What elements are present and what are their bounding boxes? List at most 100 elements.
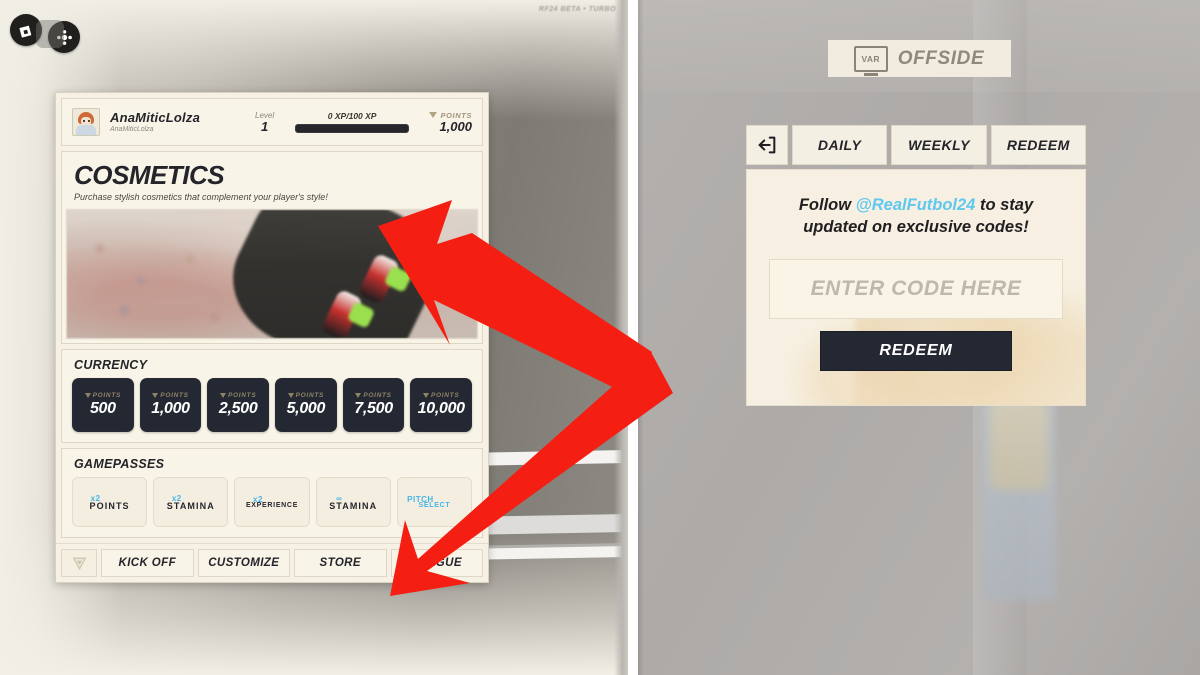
points-value: 1,000 <box>439 118 472 134</box>
var-monitor-icon: VAR <box>853 45 888 72</box>
gamepass-multiplier: x2 <box>171 493 182 503</box>
xp-block: 0 XP/100 XP <box>289 111 415 133</box>
var-offside-text: OFFSIDE <box>897 47 985 69</box>
profile-names: AnaMiticLolza AnaMiticLolza <box>110 109 240 134</box>
gamepass-multiplier: x2 <box>253 495 263 504</box>
currency-chip-label: POINTS <box>295 392 325 399</box>
currency-chip-label-row: POINTS <box>355 392 391 399</box>
codes-panel: DAILY WEEKLY REDEEM Follow @RealFutbol24… <box>746 125 1086 406</box>
game-logo-icon[interactable] <box>61 549 97 577</box>
currency-chip-label-row: POINTS <box>84 392 122 399</box>
currency-chip-label-row: POINTS <box>219 392 257 399</box>
gamepass-multiplier: x2 <box>90 493 101 503</box>
gamepass-multiplier: PITCH <box>407 495 434 504</box>
currency-chip[interactable]: POINTS 5,000 <box>275 378 337 432</box>
nav-button-store[interactable]: STORE <box>294 549 387 577</box>
bottom-navigation: KICK OFF CUSTOMIZE STORE LEAGUE <box>56 543 488 582</box>
currency-chip-row: POINTS 500 POINTS 1,000 POINTS 2,500 POINTS 5,0… <box>62 374 482 442</box>
redeem-button[interactable]: REDEEM <box>820 330 1012 371</box>
roblox-top-controls[interactable] <box>10 14 80 53</box>
points-triangle-icon <box>355 393 362 398</box>
points-triangle-icon <box>429 112 438 118</box>
page-title: COSMETICS <box>74 160 225 190</box>
gamepasses-section: GAMEPASSES x2 POINTS x2 STAMINA x2 EXPERIENCE… <box>61 448 483 538</box>
xp-text: 0 XP/100 XP <box>327 111 377 121</box>
follow-suffix: to stay <box>975 196 1034 214</box>
follow-message: Follow @RealFutbol24 to stay updated on … <box>769 194 1063 239</box>
follow-prefix: Follow <box>798 196 856 214</box>
currency-chip[interactable]: POINTS 7,500 <box>342 378 405 432</box>
currency-chip[interactable]: POINTS 1,000 <box>139 378 202 432</box>
code-input-placeholder: ENTER CODE HERE <box>810 276 1022 300</box>
roblox-capture-icon[interactable] <box>36 20 64 48</box>
nav-button-customize[interactable]: CUSTOMIZE <box>197 549 290 577</box>
points-block: POINTS 1,000 <box>425 111 472 134</box>
gamepass-chip[interactable]: x2 EXPERIENCE <box>234 477 310 527</box>
store-panel: AnaMiticLolza AnaMiticLolza Level 1 0 XP… <box>55 92 489 583</box>
codes-body: Follow @RealFutbol24 to stay updated on … <box>746 169 1086 406</box>
currency-chip-label-row: POINTS <box>152 392 188 399</box>
gamepass-chip[interactable]: PITCH SELECT <box>396 477 473 527</box>
gamepass-chip[interactable]: ∞ STAMINA <box>315 477 391 527</box>
currency-chip-amount: 5,000 <box>286 400 326 417</box>
avatar[interactable] <box>72 108 100 136</box>
left-game-screenshot: RF24 BETA • TURBO AnaMiticLolza AnaMitic… <box>0 0 628 675</box>
screenshot-root: RF24 BETA • TURBO AnaMiticLolza AnaMitic… <box>0 0 1200 675</box>
profile-card: AnaMiticLolza AnaMiticLolza Level 1 0 XP… <box>61 98 483 146</box>
display-name: AnaMiticLolza <box>110 109 200 125</box>
currency-chip-label: POINTS <box>227 392 257 399</box>
currency-chip-label: POINTS <box>430 392 460 399</box>
avatar-body <box>76 125 96 135</box>
points-triangle-icon <box>287 393 294 398</box>
gamepass-chip[interactable]: x2 STAMINA <box>153 477 229 527</box>
code-input-field[interactable]: ENTER CODE HERE <box>769 258 1063 319</box>
avatar-eye <box>88 120 90 122</box>
currency-chip-label: POINTS <box>363 392 392 399</box>
currency-chip-amount: 2,500 <box>218 400 258 417</box>
backdrop-right-edge <box>614 0 628 675</box>
currency-chip[interactable]: POINTS 2,500 <box>207 378 270 432</box>
currency-section: CURRENCY POINTS 500 POINTS 1,000 POINTS 2,500… <box>61 349 483 443</box>
exit-door-glyph <box>758 136 776 154</box>
currency-chip-label-row: POINTS <box>287 392 325 399</box>
nav-button-kick-off[interactable]: KICK OFF <box>101 549 194 577</box>
tab-daily[interactable]: DAILY <box>792 125 888 165</box>
avatar-eye <box>83 120 85 122</box>
social-handle[interactable]: @RealFutbol24 <box>856 196 976 214</box>
gamepass-chip[interactable]: x2 POINTS <box>72 477 148 527</box>
gamepass-multiplier: ∞ <box>336 493 343 503</box>
roblox-logo-glyph <box>18 25 31 38</box>
currency-chip-amount: 10,000 <box>417 400 465 417</box>
currency-chip-amount: 1,000 <box>151 400 190 417</box>
currency-chip-label: POINTS <box>92 392 122 399</box>
nav-button-league[interactable]: LEAGUE <box>390 549 483 577</box>
currency-chip[interactable]: POINTS 500 <box>72 378 134 432</box>
points-triangle-icon <box>84 393 91 398</box>
right-backdrop-sock <box>990 400 1048 490</box>
game-logo-glyph <box>72 557 86 570</box>
currency-section-title: CURRENCY <box>74 358 148 372</box>
currency-chip[interactable]: POINTS 10,000 <box>410 378 473 432</box>
page-subtitle: Purchase stylish cosmetics that compleme… <box>74 192 328 202</box>
level-value: 1 <box>260 118 269 134</box>
exit-door-icon[interactable] <box>746 125 788 165</box>
cosmetics-hero-banner: COSMETICS Purchase stylish cosmetics tha… <box>61 151 483 344</box>
currency-chip-label: POINTS <box>160 392 189 399</box>
currency-chip-label-row: POINTS <box>422 392 460 399</box>
xp-progress-bar <box>295 124 410 133</box>
currency-chip-amount: 7,500 <box>354 400 393 417</box>
username: AnaMiticLolza <box>110 126 154 134</box>
right-game-screenshot: VAR OFFSIDE DAILY WEEKLY REDEEM Follow @… <box>638 0 1200 675</box>
gamepasses-section-title: GAMEPASSES <box>74 457 165 471</box>
level-block: Level 1 <box>250 111 279 134</box>
tab-weekly[interactable]: WEEKLY <box>891 125 987 165</box>
hero-image <box>66 209 478 339</box>
profile-row: AnaMiticLolza AnaMiticLolza Level 1 0 XP… <box>62 99 482 145</box>
points-triangle-icon <box>152 393 159 398</box>
points-triangle-icon <box>219 393 226 398</box>
points-triangle-icon <box>422 393 429 398</box>
currency-chip-amount: 500 <box>89 400 116 417</box>
tab-redeem[interactable]: REDEEM <box>990 125 1086 165</box>
beta-version-tag: RF24 BETA • TURBO <box>538 6 616 13</box>
gamepasses-chip-row: x2 POINTS x2 STAMINA x2 EXPERIENCE ∞ STAMINA PIT… <box>62 473 482 537</box>
